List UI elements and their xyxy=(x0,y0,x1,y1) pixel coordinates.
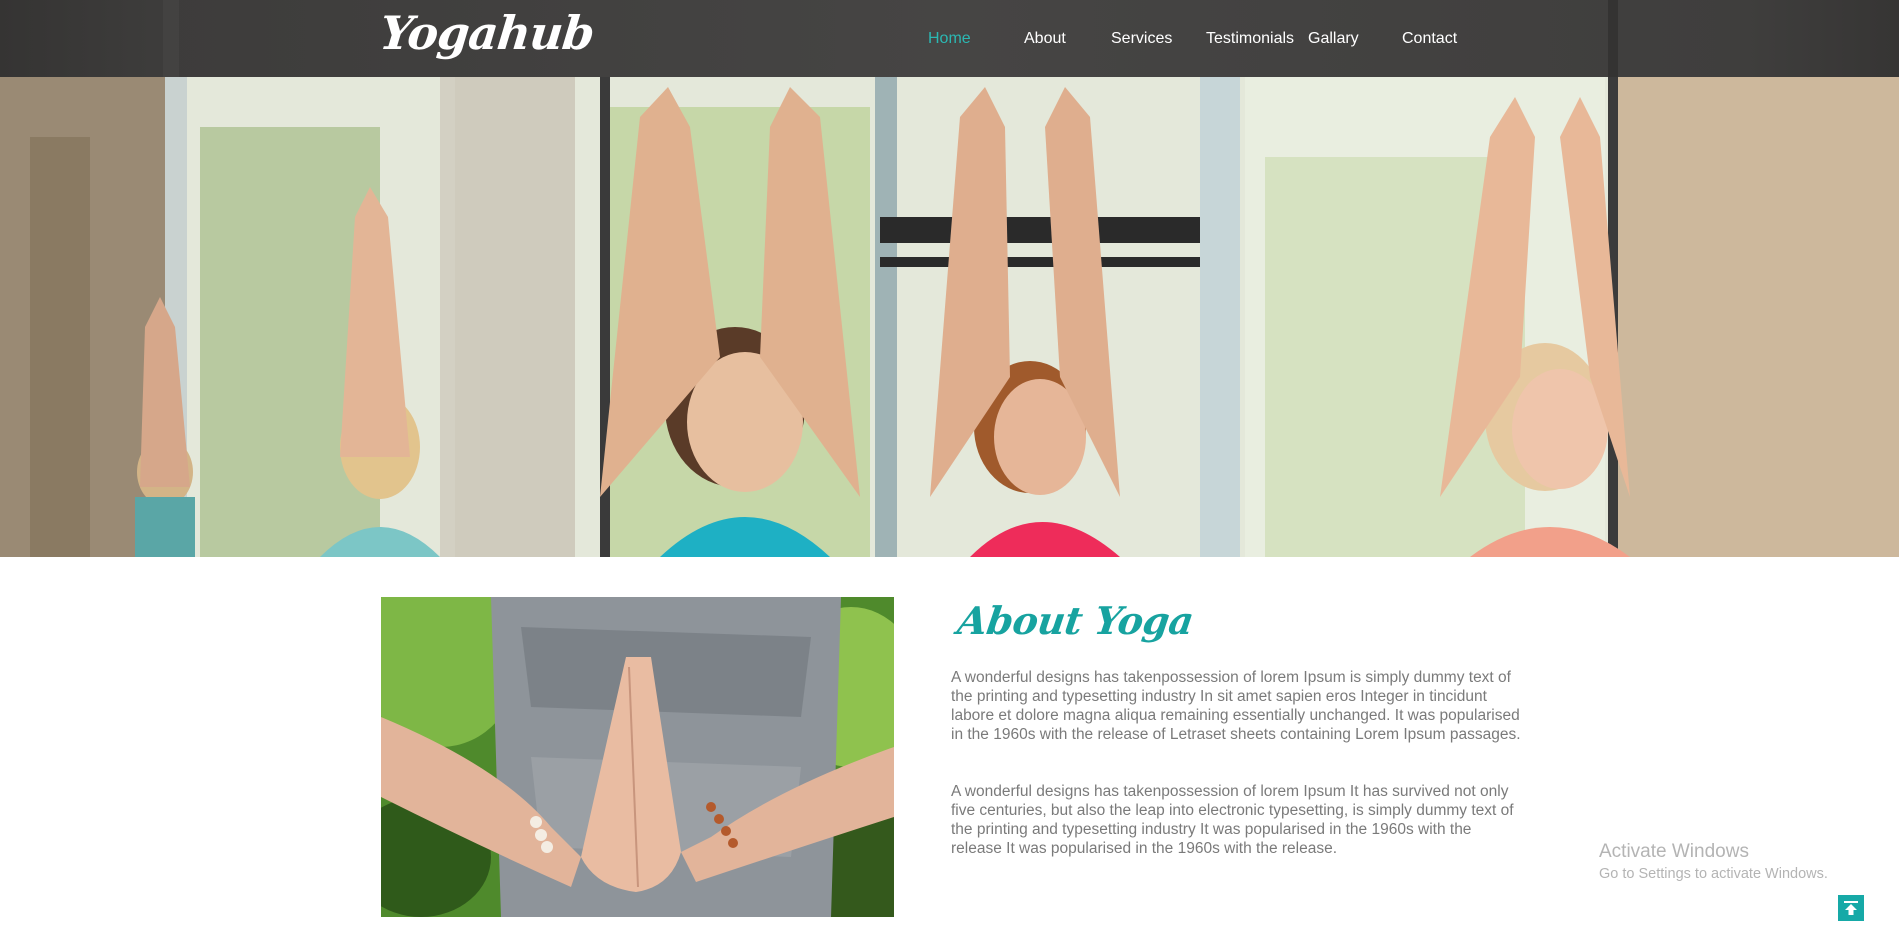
about-yoga-photo xyxy=(381,597,894,917)
nav-item-contact[interactable]: Contact xyxy=(1402,30,1457,48)
nav-item-testimonials[interactable]: Testimonials xyxy=(1206,30,1294,48)
arrow-up-icon xyxy=(1844,901,1858,915)
about-paragraph-1: A wonderful designs has takenpossession … xyxy=(951,669,1521,743)
header-shade-right xyxy=(1608,0,1618,77)
nav-item-about[interactable]: About xyxy=(1024,30,1066,48)
watermark-line-2: Go to Settings to activate Windows. xyxy=(1599,866,1828,882)
windows-activation-watermark: Activate Windows Go to Settings to activ… xyxy=(1599,840,1828,884)
about-illustration xyxy=(381,597,894,917)
back-to-top-button[interactable] xyxy=(1838,895,1864,921)
watermark-line-1: Activate Windows xyxy=(1599,841,1749,862)
nav-item-home[interactable]: Home xyxy=(928,30,971,48)
hero-illustration xyxy=(0,77,1899,557)
about-title: About Yoga xyxy=(954,598,1197,643)
nav-item-gallary[interactable]: Gallary xyxy=(1308,30,1359,48)
nav-item-services[interactable]: Services xyxy=(1111,30,1172,48)
site-header: Yogahub Home About Services Testimonials… xyxy=(0,0,1899,77)
header-shade-left xyxy=(163,0,179,77)
about-paragraph-2: A wonderful designs has takenpossession … xyxy=(951,783,1514,857)
hero-banner-image xyxy=(0,77,1899,557)
site-logo[interactable]: Yogahub xyxy=(377,6,596,60)
